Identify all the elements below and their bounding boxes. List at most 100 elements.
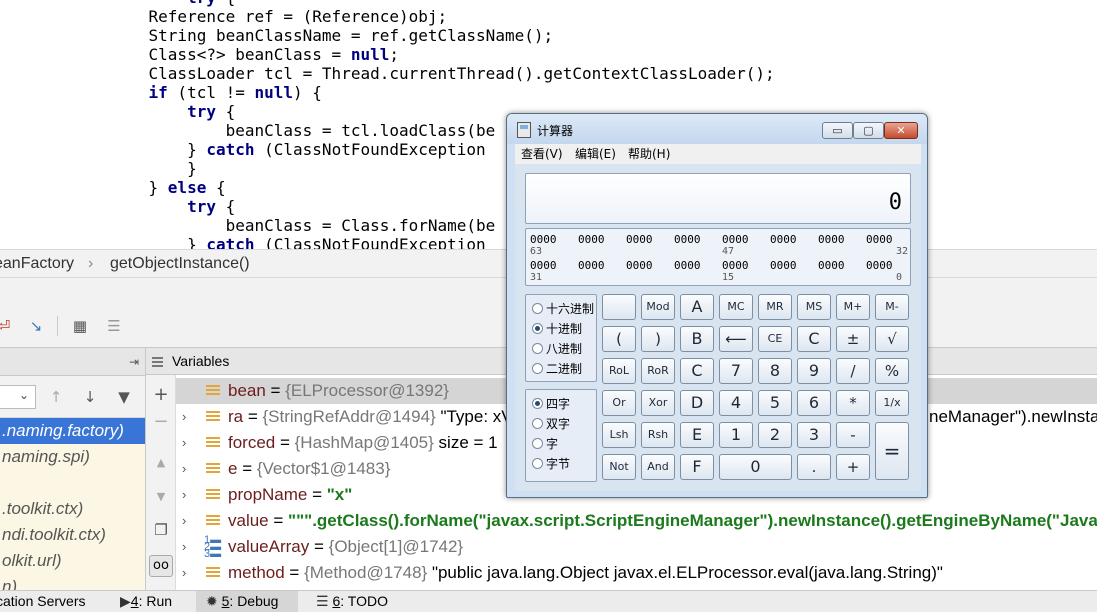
restore-layout-icon[interactable]: ⇥: [124, 352, 144, 372]
variable-row[interactable]: › 1▬ 2▬ 3▬ valueArray = {Object[1]@1742}: [176, 534, 1097, 560]
calc-key[interactable]: MR: [758, 294, 792, 320]
copy-icon[interactable]: ❐: [151, 520, 171, 540]
calc-key[interactable]: Rsh: [641, 422, 675, 448]
expand-arrow-icon[interactable]: ›: [182, 508, 196, 534]
menu-view[interactable]: 查看(V): [521, 144, 563, 164]
menu-edit[interactable]: 编辑(E): [575, 144, 616, 164]
variable-row[interactable]: › method = {Method@1748} "public java.lan…: [176, 560, 1097, 586]
calculator-window[interactable]: 计算器 ▭ ▢ ✕ 查看(V) 编辑(E) 帮助(H) 0 0000 0000 00…: [506, 113, 928, 498]
drop-frame-icon[interactable]: ⏎: [0, 316, 14, 336]
calc-key[interactable]: Lsh: [602, 422, 636, 448]
expand-arrow-icon[interactable]: ›: [182, 534, 196, 560]
zero-key[interactable]: 0: [719, 454, 792, 480]
word-size-radio[interactable]: 四字: [532, 397, 570, 411]
calc-key[interactable]: 4: [719, 390, 753, 416]
tool-tab-application-servers[interactable]: cation Servers: [0, 591, 85, 612]
calc-key[interactable]: 3: [797, 422, 831, 448]
calc-key[interactable]: [602, 294, 636, 320]
breadcrumb-class[interactable]: eanFactory: [0, 250, 74, 277]
expand-arrow-icon[interactable]: ›: [182, 482, 196, 508]
calc-key[interactable]: Xor: [641, 390, 675, 416]
calc-key[interactable]: A: [680, 294, 714, 320]
show-watches-icon[interactable]: oo: [149, 555, 173, 577]
frame-item[interactable]: .naming.factory): [0, 418, 145, 444]
calc-key[interactable]: 7: [719, 358, 753, 384]
calc-key[interactable]: M-: [875, 294, 909, 320]
calc-key[interactable]: MC: [719, 294, 753, 320]
calc-key[interactable]: 1: [719, 422, 753, 448]
run-to-cursor-icon[interactable]: ↘: [26, 316, 46, 336]
word-size-radio[interactable]: 字: [532, 437, 558, 451]
trace-icon[interactable]: ☰: [104, 316, 124, 336]
base-radio[interactable]: 十进制: [532, 322, 582, 336]
word-size-radio[interactable]: 字节: [532, 457, 570, 471]
frame-item[interactable]: [0, 470, 145, 496]
expand-arrow-icon[interactable]: ›: [182, 456, 196, 482]
calc-key[interactable]: 2: [758, 422, 792, 448]
expand-arrow-icon[interactable]: ›: [182, 404, 196, 430]
frame-item[interactable]: naming.spi): [0, 444, 145, 470]
calc-key[interactable]: CE: [758, 326, 792, 352]
calc-key[interactable]: Mod: [641, 294, 675, 320]
frame-item[interactable]: olkit.url): [0, 548, 145, 574]
remove-watch-icon[interactable]: −: [151, 412, 171, 432]
calc-key[interactable]: (: [602, 326, 636, 352]
move-down-icon[interactable]: ▼: [151, 487, 171, 507]
calc-key[interactable]: /: [836, 358, 870, 384]
decimal-key[interactable]: .: [797, 454, 831, 480]
calc-key[interactable]: %: [875, 358, 909, 384]
filter-icon[interactable]: ▼: [114, 387, 134, 407]
evaluate-expression-icon[interactable]: ▦: [70, 316, 90, 336]
calc-key[interactable]: F: [680, 454, 714, 480]
frame-item[interactable]: .toolkit.ctx): [0, 496, 145, 522]
minimize-button[interactable]: ▭: [822, 122, 853, 139]
calc-key[interactable]: Not: [602, 454, 636, 480]
calc-key[interactable]: Or: [602, 390, 636, 416]
calc-key[interactable]: 5: [758, 390, 792, 416]
calc-key[interactable]: 6: [797, 390, 831, 416]
maximize-button[interactable]: ▢: [853, 122, 884, 139]
expand-arrow-icon[interactable]: ›: [182, 560, 196, 586]
move-up-icon[interactable]: ▲: [151, 453, 171, 473]
calc-key[interactable]: ⟵: [719, 326, 753, 352]
calc-key[interactable]: RoR: [641, 358, 675, 384]
calc-key[interactable]: E: [680, 422, 714, 448]
thread-selector[interactable]: ⌄: [0, 385, 36, 409]
calc-key[interactable]: RoL: [602, 358, 636, 384]
frame-item[interactable]: ndi.toolkit.ctx): [0, 522, 145, 548]
calc-key[interactable]: 8: [758, 358, 792, 384]
base-radio[interactable]: 十六进制: [532, 302, 594, 316]
calc-key[interactable]: 1/x: [875, 390, 909, 416]
calc-key[interactable]: ): [641, 326, 675, 352]
breadcrumb-method[interactable]: getObjectInstance(): [110, 250, 250, 277]
calc-key[interactable]: C: [680, 358, 714, 384]
calc-key[interactable]: -: [836, 422, 870, 448]
calc-key[interactable]: B: [680, 326, 714, 352]
calc-key[interactable]: 9: [797, 358, 831, 384]
arrow-down-icon[interactable]: ↓: [80, 387, 100, 407]
calc-key[interactable]: √: [875, 326, 909, 352]
menu-help[interactable]: 帮助(H): [628, 144, 670, 164]
frame-item[interactable]: n): [0, 574, 145, 590]
tool-tab-debug[interactable]: ✹ 5: Debug: [196, 591, 298, 612]
word-size-radio[interactable]: 双字: [532, 417, 570, 431]
calc-key[interactable]: D: [680, 390, 714, 416]
base-radio[interactable]: 二进制: [532, 362, 582, 376]
expand-arrow-icon[interactable]: ›: [182, 430, 196, 456]
calc-key[interactable]: C: [797, 326, 831, 352]
calc-key[interactable]: MS: [797, 294, 831, 320]
equals-key[interactable]: =: [875, 422, 909, 480]
arrow-up-icon[interactable]: ↑: [46, 387, 66, 407]
calc-key[interactable]: M+: [836, 294, 870, 320]
calc-key[interactable]: +: [836, 454, 870, 480]
variable-row[interactable]: › value = """.getClass().forName("javax.s…: [176, 508, 1097, 534]
tool-tab-run[interactable]: ▶4: Run: [114, 591, 178, 612]
calc-key[interactable]: ±: [836, 326, 870, 352]
calculator-titlebar[interactable]: 计算器 ▭ ▢ ✕: [507, 114, 927, 144]
calc-key[interactable]: And: [641, 454, 675, 480]
base-radio[interactable]: 八进制: [532, 342, 582, 356]
add-watch-icon[interactable]: +: [151, 385, 171, 405]
calc-key[interactable]: *: [836, 390, 870, 416]
close-button[interactable]: ✕: [884, 122, 918, 139]
tool-tab-todo[interactable]: ☰ 6: TODO: [310, 591, 394, 612]
